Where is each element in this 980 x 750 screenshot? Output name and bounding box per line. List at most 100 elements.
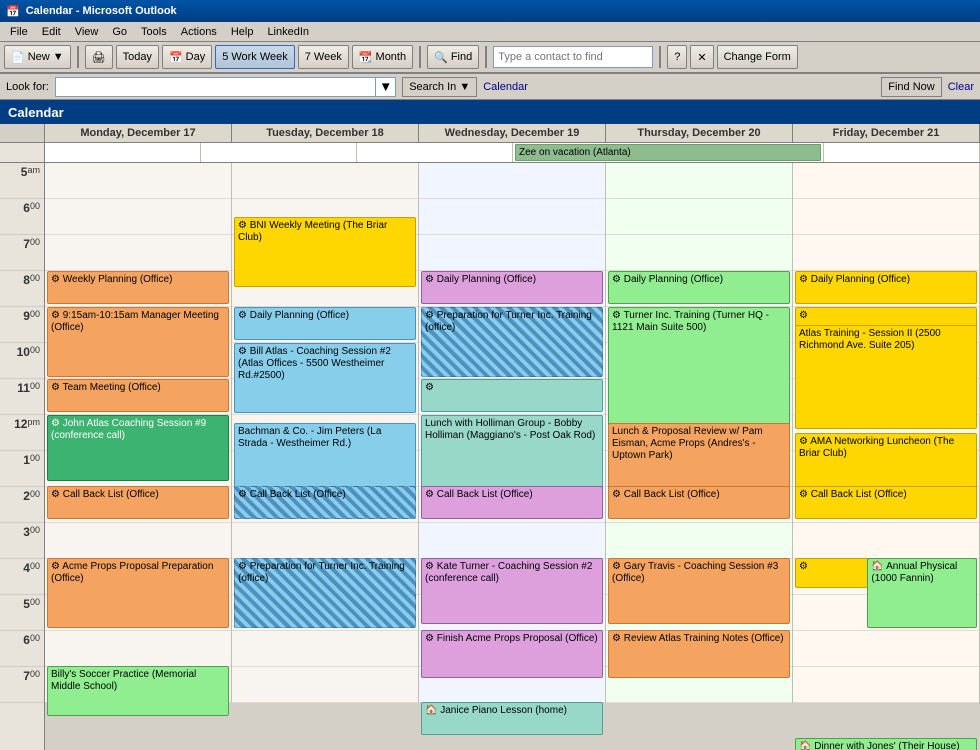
event-fri-atlas-training[interactable]: Atlas Training - Session II (2500 Richmo…: [795, 325, 977, 429]
separator3: [485, 46, 487, 68]
allday-mon: [45, 143, 201, 162]
time-6pm: 600: [0, 631, 44, 667]
calendar-header: Calendar: [0, 100, 980, 124]
column-tuesday: ⚙ BNI Weekly Meeting (The Briar Club) ⚙ …: [232, 163, 419, 703]
event-wed-daily-planning[interactable]: ⚙ Daily Planning (Office): [421, 271, 603, 304]
new-button[interactable]: 📄 New ▼: [4, 45, 71, 69]
menu-edit[interactable]: Edit: [36, 25, 67, 39]
time-11am: 1100: [0, 379, 44, 415]
event-mon-team-meeting[interactable]: ⚙ Team Meeting (Office): [47, 379, 229, 412]
event-tue-call-back[interactable]: ⚙ Call Back List (Office): [234, 486, 416, 519]
allday-row: Zee on vacation (Atlanta): [0, 143, 980, 163]
event-fri-annual-physical[interactable]: 🏠 Annual Physical (1000 Fannin): [867, 558, 977, 628]
time-3pm: 300: [0, 523, 44, 559]
month-button[interactable]: 📆 Month: [352, 45, 413, 69]
event-wed-janice-piano[interactable]: 🏠 Janice Piano Lesson (home): [421, 702, 603, 735]
time-8am: 800: [0, 271, 44, 307]
allday-label: [0, 143, 45, 162]
workweek-button[interactable]: 5 Work Week: [215, 45, 295, 69]
event-thu-call-back[interactable]: ⚙ Call Back List (Office): [608, 486, 790, 519]
app-title: Calendar - Microsoft Outlook: [26, 5, 177, 17]
menu-actions[interactable]: Actions: [175, 25, 223, 39]
event-mon-call-back[interactable]: ⚙ Call Back List (Office): [47, 486, 229, 519]
day-button[interactable]: 📅 Day: [162, 45, 212, 69]
event-mon-acme-props[interactable]: ⚙ Acme Props Proposal Preparation (Offic…: [47, 558, 229, 628]
time-9am: 900: [0, 307, 44, 343]
find-input[interactable]: [55, 77, 376, 97]
x-button[interactable]: ✕: [690, 45, 713, 69]
event-mon-coaching-session[interactable]: ⚙ John Atlas Coaching Session #9 (confer…: [47, 415, 229, 481]
allday-vacation-event[interactable]: Zee on vacation (Atlanta): [515, 144, 821, 161]
event-mon-manager-meeting[interactable]: ⚙ 9:15am-10:15am Manager Meeting (Office…: [47, 307, 229, 377]
search-in-button[interactable]: Search In ▼: [402, 77, 477, 97]
event-tue-bachman[interactable]: Bachman & Co. - Jim Peters (La Strada - …: [234, 423, 416, 489]
toolbar: 📄 New ▼ 🖨 Today 📅 Day 5 Work Week 7 Week…: [0, 42, 980, 74]
find-now-button[interactable]: Find Now: [881, 77, 941, 97]
find-input-container: ▼: [55, 77, 396, 97]
time-10am: 1000: [0, 343, 44, 379]
app-icon: 📅: [6, 5, 20, 18]
print-button[interactable]: 🖨: [85, 45, 113, 69]
separator1: [77, 46, 79, 68]
day-header-tue: Tuesday, December 18: [232, 124, 419, 142]
day-icon: 📅: [169, 51, 183, 64]
time-6am: 600: [0, 199, 44, 235]
event-fri-dinner-jones[interactable]: 🏠 Dinner with Jones' (Their House): [795, 738, 977, 750]
week-icon: 7: [305, 51, 311, 63]
find-icon: 🔍: [434, 51, 448, 64]
time-2pm: 200: [0, 487, 44, 523]
help-button[interactable]: ?: [667, 45, 687, 69]
event-fri-daily-planning[interactable]: ⚙ Daily Planning (Office): [795, 271, 977, 304]
event-thu-daily-planning[interactable]: ⚙ Daily Planning (Office): [608, 271, 790, 304]
title-bar: 📅 Calendar - Microsoft Outlook: [0, 0, 980, 22]
event-fri-call-back[interactable]: ⚙ Call Back List (Office): [795, 486, 977, 519]
event-mon-soccer[interactable]: Billy's Soccer Practice (Memorial Middle…: [47, 666, 229, 716]
event-wed-finish-acme[interactable]: ⚙ Finish Acme Props Proposal (Office): [421, 630, 603, 678]
event-wed-call-back[interactable]: ⚙ Call Back List (Office): [421, 486, 603, 519]
clear-link[interactable]: Clear: [948, 81, 974, 93]
separator2: [419, 46, 421, 68]
scrollable-grid[interactable]: 5am 600 700 800 900 1000 1100 12pm 100 2…: [0, 163, 980, 750]
event-wed-icon[interactable]: ⚙: [421, 379, 603, 412]
event-wed-kate-turner[interactable]: ⚙ Kate Turner - Coaching Session #2 (con…: [421, 558, 603, 624]
change-form-button[interactable]: Change Form: [717, 45, 798, 69]
time-4pm: 400: [0, 559, 44, 595]
event-tue-preparation[interactable]: ⚙ Preparation for Turner Inc. Training (…: [234, 558, 416, 628]
time-7pm: 700: [0, 667, 44, 703]
today-button[interactable]: Today: [116, 45, 159, 69]
event-tue-daily-planning[interactable]: ⚙ Daily Planning (Office): [234, 307, 416, 340]
time-7am: 700: [0, 235, 44, 271]
event-mon-weekly-planning[interactable]: ⚙ Weekly Planning (Office): [47, 271, 229, 304]
menu-bar: File Edit View Go Tools Actions Help Lin…: [0, 22, 980, 42]
contact-search-input[interactable]: [493, 46, 653, 68]
find-button[interactable]: 🔍 Find: [427, 45, 479, 69]
day-header-thu: Thursday, December 20: [606, 124, 793, 142]
menu-view[interactable]: View: [69, 25, 105, 39]
time-1pm: 100: [0, 451, 44, 487]
separator4: [659, 46, 661, 68]
calendar-title: Calendar: [8, 105, 64, 120]
event-thu-review-atlas[interactable]: ⚙ Review Atlas Training Notes (Office): [608, 630, 790, 678]
event-thu-gary-travis[interactable]: ⚙ Gary Travis - Coaching Session #3 (Off…: [608, 558, 790, 624]
event-tue-bill-atlas[interactable]: ⚙ Bill Atlas - Coaching Session #2 (Atla…: [234, 343, 416, 413]
calendar-container: Monday, December 17 Tuesday, December 18…: [0, 124, 980, 750]
event-wed-preparation[interactable]: ⚙ Preparation for Turner Inc. Training (…: [421, 307, 603, 377]
workweek-icon: 5: [222, 51, 228, 63]
day-header-mon: Monday, December 17: [45, 124, 232, 142]
find-dropdown-btn[interactable]: ▼: [376, 77, 396, 97]
time-col-header: [0, 124, 45, 142]
menu-go[interactable]: Go: [106, 25, 133, 39]
week-button[interactable]: 7 Week: [298, 45, 349, 69]
day-headers: Monday, December 17 Tuesday, December 18…: [0, 124, 980, 143]
event-tue-bni[interactable]: ⚙ BNI Weekly Meeting (The Briar Club): [234, 217, 416, 287]
column-friday: ⚙ Daily Planning (Office) ⚙ Atlas Traini…: [793, 163, 980, 703]
allday-wed-thu: Zee on vacation (Atlanta): [513, 143, 824, 162]
menu-file[interactable]: File: [4, 25, 34, 39]
look-for-label: Look for:: [6, 81, 49, 93]
menu-help[interactable]: Help: [225, 25, 260, 39]
day-header-fri: Friday, December 21: [793, 124, 980, 142]
menu-tools[interactable]: Tools: [135, 25, 173, 39]
month-icon: 📆: [359, 51, 373, 64]
menu-linkedin[interactable]: LinkedIn: [261, 25, 315, 39]
column-thursday: ⚙ Daily Planning (Office) ⚙ Turner Inc. …: [606, 163, 793, 703]
